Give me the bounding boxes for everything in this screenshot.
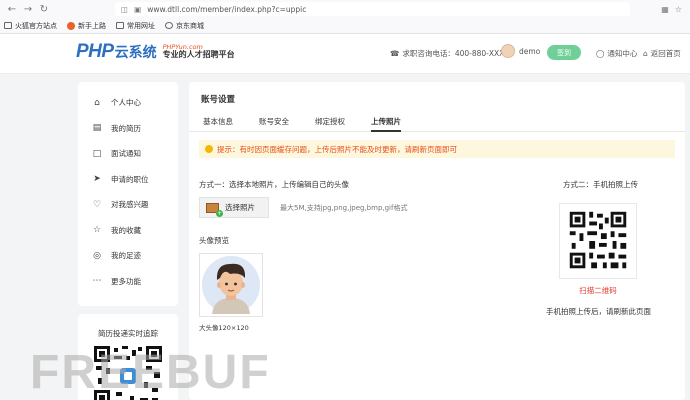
tip-text: 提示：有时因页面缓存问题，上传后照片不能及时更新，请刷新页面即可	[217, 144, 457, 154]
site-header: PHP 云系统 PHPYun.com 专业的人才招聘平台 ☎ 求职咨询电话：40…	[0, 34, 690, 74]
bookmark-label: 常用网址	[127, 21, 155, 30]
phone-icon: ☎	[390, 49, 400, 58]
sidebar-item-more[interactable]: ⋯ 更多功能	[78, 269, 178, 295]
home-icon: ⌂	[94, 97, 100, 108]
user-menu[interactable]: demo	[501, 44, 540, 58]
sidebar-item-label: 对我感兴趣	[111, 200, 149, 210]
tab-account-security[interactable]: 账号安全	[259, 116, 289, 132]
sidebar-item-label: 我的足迹	[111, 251, 141, 261]
bookmark-label: 新手上路	[78, 21, 106, 30]
qr-card-title: 简历投递实时追踪	[98, 329, 158, 338]
address-bar[interactable]: ◫ ▣ www.dtll.com/member/index.php?c=uppi…	[115, 2, 630, 16]
scan-qr-label: 扫描二维码	[579, 286, 617, 295]
sidebar: ⌂ 个人中心 ▤ 我的简历 □ 面试通知 ➤ 申请的职位 ♡ 对我感兴趣 ☆ 我的收藏 ◎ 我…	[78, 82, 178, 306]
cache-tip: 提示：有时因页面缓存问题，上传后照片不能及时更新，请刷新页面即可	[199, 140, 675, 158]
sidebar-item-favorites[interactable]: ☆ 我的收藏	[78, 218, 178, 244]
qr-code-icon[interactable]: ▦	[661, 5, 669, 14]
heart-icon: ♡	[92, 199, 102, 210]
sidebar-item-label: 我的收藏	[111, 225, 141, 235]
send-icon: ➤	[93, 174, 101, 185]
file-limit-text: 最大5M,支持jpg,png,jpeg,bmp,gif格式	[280, 204, 408, 212]
scan-note: 手机拍照上传后，请刷新此页面	[546, 307, 651, 316]
tab-basic-info[interactable]: 基本信息	[203, 116, 233, 132]
logo-slogan: 专业的人才招聘平台	[162, 50, 235, 60]
bookmark-star-icon[interactable]: ☆	[675, 5, 682, 14]
choose-photo-label: 选择照片	[225, 203, 255, 212]
sidebar-item-label: 更多功能	[111, 276, 141, 286]
bookmark-item[interactable]: 火狐官方站点	[4, 21, 57, 31]
sidebar-item-interview[interactable]: □ 面试通知	[78, 141, 178, 167]
folder-icon	[4, 22, 12, 29]
page-title: 账号设置	[201, 95, 236, 105]
tab-upload-photo[interactable]: 上传照片	[371, 116, 401, 132]
browser-toolbar: ← → ↻ ◫ ▣ www.dtll.com/member/index.php?…	[0, 0, 690, 18]
sidebar-item-center[interactable]: ⌂ 个人中心	[78, 90, 178, 116]
watermark: FREEBUF	[30, 346, 271, 399]
username: demo	[519, 46, 541, 56]
preview-label: 头像预览	[199, 236, 229, 245]
url-text: www.dtll.com/member/index.php?c=uppic	[147, 4, 307, 14]
shield-icon: ◫	[121, 4, 129, 14]
hotline-text: 求职咨询电话：400-880-XXXX	[402, 49, 510, 58]
lightbulb-icon	[205, 145, 213, 153]
home-label: 返回首页	[650, 49, 681, 58]
preview-caption: 大头像120×120	[199, 324, 249, 332]
logo-cn: 云系统	[114, 45, 157, 61]
method-phone-label: 方式二：手机拍照上传	[563, 180, 638, 189]
bookmark-item[interactable]: 京东商城	[165, 21, 204, 31]
site-logo[interactable]: PHP 云系统 PHPYun.com 专业的人才招聘平台	[76, 41, 235, 63]
bookmark-label: 京东商城	[176, 21, 204, 30]
reload-icon[interactable]: ↻	[36, 1, 52, 17]
bookmark-item[interactable]: 常用网址	[116, 21, 155, 31]
back-home-link[interactable]: ⌂ 返回首页	[643, 48, 681, 59]
sidebar-item-resume[interactable]: ▤ 我的简历	[78, 116, 178, 142]
bell-icon: ◯	[596, 49, 605, 58]
sidebar-item-label: 个人中心	[111, 98, 141, 108]
avatar	[501, 44, 515, 58]
back-arrow-icon[interactable]: ←	[4, 1, 20, 17]
globe-icon	[165, 22, 173, 29]
star-icon: ☆	[92, 225, 102, 236]
notify-label: 通知中心	[607, 49, 638, 58]
logo-brand: PHP	[76, 41, 114, 62]
footprint-icon: ◎	[93, 250, 101, 261]
method-local-label: 方式一：选择本地照片，上传编辑自己的头像	[199, 180, 349, 189]
avatar-image	[202, 256, 260, 314]
bookmarks-bar: 火狐官方站点 新手上路 常用网址 京东商城	[0, 18, 690, 34]
tab-bind-auth[interactable]: 绑定授权	[315, 116, 345, 132]
resume-icon: ▤	[92, 123, 102, 134]
message-icon: □	[92, 148, 102, 159]
sidebar-item-interested[interactable]: ♡ 对我感兴趣	[78, 192, 178, 218]
sidebar-item-label: 申请的职位	[111, 174, 149, 184]
choose-photo-button[interactable]: 选择照片	[199, 197, 269, 218]
sidebar-item-label: 我的简历	[111, 123, 141, 133]
sidebar-item-applied[interactable]: ➤ 申请的职位	[78, 167, 178, 193]
forward-arrow-icon[interactable]: →	[20, 1, 36, 17]
sidebar-item-footprint[interactable]: ◎ 我的足迹	[78, 243, 178, 269]
hotline: ☎ 求职咨询电话：400-880-XXXX	[390, 48, 509, 59]
more-icon: ⋯	[92, 276, 102, 287]
sidebar-item-label: 面试通知	[111, 149, 141, 159]
home-icon: ⌂	[643, 49, 648, 58]
upload-qr-code	[559, 203, 637, 279]
folder-icon	[116, 22, 124, 29]
avatar-preview	[199, 253, 263, 317]
firefox-icon	[67, 21, 75, 30]
notify-center-link[interactable]: ◯ 通知中心	[596, 48, 637, 59]
add-image-icon	[206, 202, 223, 217]
bookmark-label: 火狐官方站点	[15, 21, 57, 30]
lock-icon: ▣	[134, 4, 142, 14]
bookmark-item[interactable]: 新手上路	[67, 21, 106, 31]
signin-button[interactable]: 签到	[547, 45, 581, 60]
settings-tabs: 基本信息 账号安全 绑定授权 上传照片	[189, 113, 685, 132]
